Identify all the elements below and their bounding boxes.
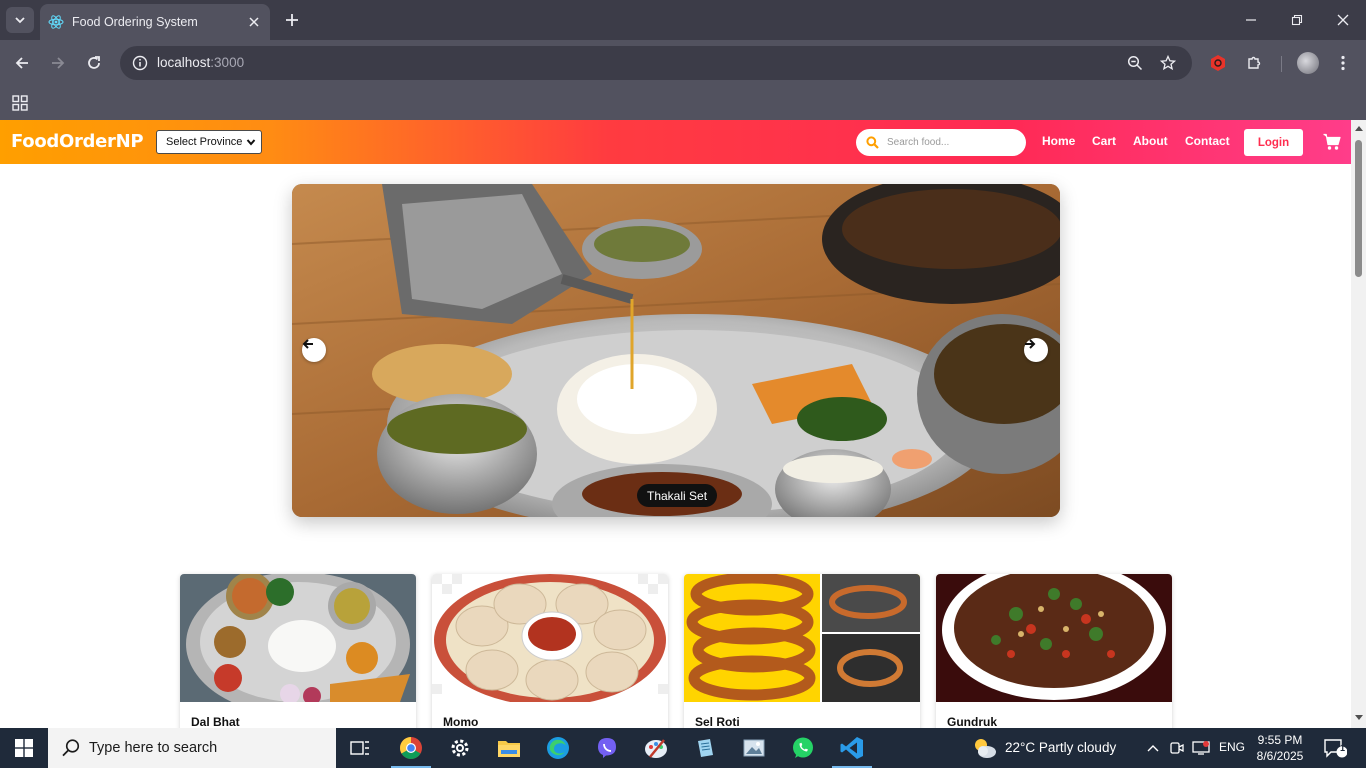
clock-date: 8/6/2025: [1256, 749, 1304, 763]
site-navbar: FoodOrderNP Select Province Home Cart Ab…: [0, 120, 1351, 164]
arrow-right-icon: [1025, 339, 1036, 349]
food-card-title: Gundruk: [947, 715, 997, 728]
momo-image: [432, 574, 668, 702]
page-scrollbar[interactable]: [1351, 120, 1366, 728]
scroll-down-icon[interactable]: [1354, 714, 1363, 722]
gundruk-image: [936, 574, 1172, 702]
vscode-icon[interactable]: [828, 728, 876, 768]
paint-icon[interactable]: [632, 728, 680, 768]
task-view-icon[interactable]: [336, 728, 384, 768]
apps-grid-icon[interactable]: [8, 91, 32, 115]
url-text: localhost:3000: [157, 55, 244, 70]
chrome-icon[interactable]: [387, 728, 435, 768]
back-arrow-icon[interactable]: [8, 49, 36, 77]
taskbar-search[interactable]: Type here to search: [48, 728, 336, 768]
toolbar-separator: [1281, 56, 1282, 72]
login-button[interactable]: Login: [1244, 129, 1303, 156]
food-search: [856, 129, 1026, 156]
thakali-set-image: [292, 184, 1060, 517]
dal-bhat-image: [180, 574, 416, 702]
page-viewport: FoodOrderNP Select Province Home Cart Ab…: [0, 120, 1351, 728]
profile-avatar[interactable]: [1297, 52, 1319, 74]
chevron-down-icon: [246, 139, 256, 146]
react-favicon-icon: [48, 14, 64, 30]
url-port: :3000: [210, 55, 245, 70]
address-bar[interactable]: localhost:3000: [120, 46, 1192, 80]
puzzle-icon[interactable]: [1240, 49, 1268, 77]
kebab-menu-icon[interactable]: [1329, 49, 1357, 77]
hero-carousel: Thakali Set: [292, 184, 1060, 517]
notepad-icon[interactable]: [681, 728, 729, 768]
meet-icon[interactable]: [1167, 738, 1187, 758]
search-input[interactable]: [887, 134, 1017, 151]
search-icon: [866, 136, 879, 149]
tab-title: Food Ordering System: [72, 15, 198, 29]
food-card[interactable]: Momo: [432, 574, 668, 728]
browser-tab-bar: Food Ordering System: [0, 0, 1366, 40]
restore-icon[interactable]: [1274, 0, 1320, 40]
province-select[interactable]: Select Province: [156, 130, 262, 154]
windows-icon[interactable]: [0, 728, 48, 768]
notification-count: 1: [1340, 743, 1346, 753]
menu-chevron-icon: [15, 17, 25, 24]
nav-cart-link[interactable]: Cart: [1092, 134, 1116, 148]
food-card[interactable]: Gundruk: [936, 574, 1172, 728]
weather-icon: [975, 739, 996, 758]
windows-taskbar: Type here to search 22°C Partly cloudy E…: [0, 728, 1366, 768]
scrollbar-thumb[interactable]: [1355, 140, 1362, 277]
plus-icon[interactable]: [280, 8, 304, 32]
scroll-up-icon[interactable]: [1354, 124, 1363, 132]
browser-tab[interactable]: Food Ordering System: [40, 4, 270, 40]
forward-arrow-icon[interactable]: [44, 49, 72, 77]
food-card-title: Dal Bhat: [191, 715, 240, 728]
whatsapp-icon[interactable]: [779, 728, 827, 768]
close-window-icon[interactable]: [1320, 0, 1366, 40]
nav-home-link[interactable]: Home: [1042, 134, 1075, 148]
file-explorer-icon[interactable]: [485, 728, 533, 768]
carousel-caption: Thakali Set: [637, 484, 718, 507]
reload-icon[interactable]: [80, 49, 108, 77]
viber-icon[interactable]: [583, 728, 631, 768]
settings-icon[interactable]: [436, 728, 484, 768]
carousel-next-button[interactable]: [1024, 338, 1048, 362]
tab-search-button[interactable]: [6, 7, 34, 33]
star-icon[interactable]: [1154, 49, 1182, 77]
bookmarks-bar: [0, 86, 1366, 120]
extension-shield-icon[interactable]: [1204, 49, 1232, 77]
notification-icon[interactable]: 1: [1320, 736, 1350, 760]
info-icon[interactable]: [126, 49, 154, 77]
carousel-prev-button[interactable]: [302, 338, 326, 362]
photos-icon[interactable]: [730, 728, 778, 768]
edge-icon[interactable]: [534, 728, 582, 768]
display-icon[interactable]: [1191, 738, 1211, 758]
sel-roti-image: [684, 574, 920, 702]
close-icon[interactable]: [242, 10, 266, 34]
minimize-icon[interactable]: [1228, 0, 1274, 40]
browser-toolbar: localhost:3000: [0, 40, 1366, 86]
zoom-icon[interactable]: [1121, 49, 1149, 77]
taskbar-search-placeholder: Type here to search: [89, 740, 218, 756]
food-card-title: Sel Roti: [695, 715, 740, 728]
taskbar-clock[interactable]: 9:55 PM 8/6/2025: [1254, 732, 1306, 764]
chevron-up-icon[interactable]: [1143, 738, 1163, 758]
food-card[interactable]: Dal Bhat: [180, 574, 416, 728]
cart-icon[interactable]: [1323, 133, 1341, 151]
province-select-value: Select Province: [166, 136, 243, 148]
arrow-left-icon: [302, 339, 313, 349]
url-host: localhost: [157, 55, 211, 70]
food-card[interactable]: Sel Roti: [684, 574, 920, 728]
nav-about-link[interactable]: About: [1133, 134, 1168, 148]
language-indicator[interactable]: ENG: [1219, 740, 1245, 754]
weather-text[interactable]: 22°C Partly cloudy: [1005, 740, 1116, 755]
clock-time: 9:55 PM: [1257, 733, 1303, 747]
food-card-title: Momo: [443, 715, 479, 728]
nav-contact-link[interactable]: Contact: [1185, 134, 1230, 148]
search-icon: [62, 739, 80, 757]
site-logo[interactable]: FoodOrderNP: [11, 131, 144, 152]
